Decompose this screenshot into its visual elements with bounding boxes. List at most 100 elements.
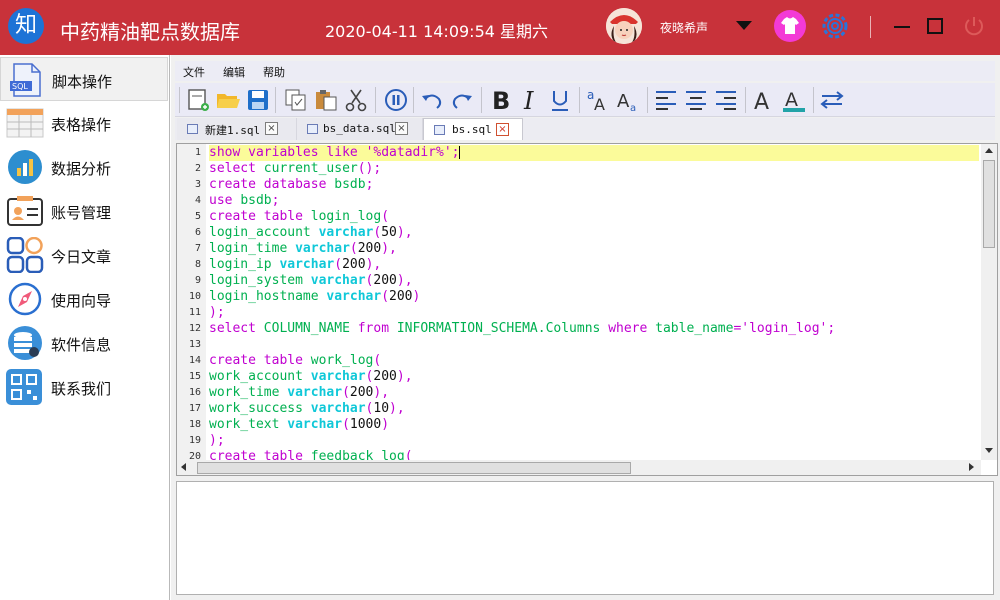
file-tab-bar: 新建1.sql × bs_data.sql × bs.sql × xyxy=(175,118,995,140)
new-file-icon[interactable] xyxy=(185,87,211,113)
sql-file-icon xyxy=(434,125,445,135)
font-icon[interactable]: A xyxy=(751,87,777,115)
sidebar-item-label: 联系我们 xyxy=(51,380,112,398)
line-number: 9 xyxy=(194,275,201,286)
avatar[interactable] xyxy=(606,8,642,44)
svg-text:SQL: SQL xyxy=(12,82,28,91)
sidebar-item-table[interactable]: 表格操作 xyxy=(0,101,168,145)
qr-code-icon xyxy=(5,369,45,405)
sql-file-icon xyxy=(307,124,318,134)
sql-editor[interactable]: 1 2 3 4 5 6 7 8 9 10 11 12 13 14 15 16 17 18 19 20 show var… xyxy=(176,143,998,476)
scroll-down-icon[interactable] xyxy=(985,448,993,453)
code-line[interactable] xyxy=(209,337,979,353)
line-number: 13 xyxy=(188,339,201,350)
code-line[interactable]: login_hostname varchar(200) xyxy=(209,289,979,305)
horizontal-scrollbar[interactable] xyxy=(177,460,981,475)
save-icon[interactable] xyxy=(245,87,271,113)
code-line[interactable]: ); xyxy=(209,305,979,321)
code-line[interactable]: work_time varchar(200), xyxy=(209,385,979,401)
menu-bar: 文件 编辑 帮助 xyxy=(175,61,995,81)
sidebar-item-articles[interactable]: 今日文章 xyxy=(0,233,168,277)
tab-new1-sql[interactable]: 新建1.sql × xyxy=(177,118,297,140)
settings-button[interactable] xyxy=(819,10,851,42)
id-card-icon xyxy=(5,193,45,229)
toolbar-separator xyxy=(745,87,746,113)
close-button[interactable] xyxy=(962,14,986,38)
code-line[interactable]: login_system varchar(200), xyxy=(209,273,979,289)
tab-bs-sql[interactable]: bs.sql × xyxy=(423,118,523,140)
skin-button[interactable] xyxy=(774,10,806,42)
app-logo: 知 xyxy=(8,8,44,44)
username[interactable]: 夜晓希声 xyxy=(660,19,708,36)
sidebar-item-contact[interactable]: 联系我们 xyxy=(0,365,168,409)
code-line[interactable]: ); xyxy=(209,433,979,449)
code-line[interactable]: work_success varchar(10), xyxy=(209,401,979,417)
sidebar-item-guide[interactable]: 使用向导 xyxy=(0,277,168,321)
titlebar-divider xyxy=(870,16,871,38)
undo-icon[interactable] xyxy=(419,87,445,113)
copy-icon[interactable] xyxy=(283,87,309,113)
line-numbers: 1 2 3 4 5 6 7 8 9 10 11 12 13 14 15 16 17 18 19 20 xyxy=(177,145,201,465)
underline-icon[interactable] xyxy=(547,87,573,113)
close-icon[interactable]: × xyxy=(265,122,278,135)
horizontal-scroll-thumb[interactable] xyxy=(197,462,631,474)
code-line[interactable]: select current_user(); xyxy=(209,161,979,177)
redo-icon[interactable] xyxy=(449,87,475,113)
close-icon[interactable]: × xyxy=(395,122,408,135)
code-line[interactable]: use bsdb; xyxy=(209,193,979,209)
font-size-icon[interactable]: Aa xyxy=(615,87,641,114)
font-case-icon[interactable]: aA xyxy=(585,87,611,114)
code-line[interactable]: select COLUMN_NAME from INFORMATION_SCHE… xyxy=(209,321,979,337)
chevron-down-icon[interactable] xyxy=(736,21,752,30)
code-line[interactable]: create table login_log( xyxy=(209,209,979,225)
paste-icon[interactable] xyxy=(313,87,339,113)
code-line[interactable]: login_ip varchar(200), xyxy=(209,257,979,273)
align-center-icon[interactable] xyxy=(683,87,709,113)
tab-bs-data-sql[interactable]: bs_data.sql × xyxy=(297,118,423,140)
scroll-right-icon[interactable] xyxy=(969,463,974,471)
code-line[interactable]: create database bsdb; xyxy=(209,177,979,193)
italic-icon[interactable]: I xyxy=(517,87,543,115)
line-number: 3 xyxy=(194,179,201,190)
bold-icon[interactable]: B xyxy=(487,87,513,115)
close-icon[interactable]: × xyxy=(496,123,509,136)
code-line[interactable]: show variables like '%datadir%'; xyxy=(209,145,979,161)
toolbar-separator xyxy=(481,87,482,113)
chart-icon xyxy=(5,149,45,185)
align-right-icon[interactable] xyxy=(713,87,739,113)
maximize-button[interactable] xyxy=(927,18,943,34)
menu-help[interactable]: 帮助 xyxy=(263,64,285,80)
cut-icon[interactable] xyxy=(343,87,369,113)
code-line[interactable]: create table work_log( xyxy=(209,353,979,369)
sidebar-item-accounts[interactable]: 账号管理 xyxy=(0,189,168,233)
menu-edit[interactable]: 编辑 xyxy=(223,64,245,80)
sidebar-item-analysis[interactable]: 数据分析 xyxy=(0,145,168,189)
sidebar-item-label: 软件信息 xyxy=(51,336,112,354)
align-left-icon[interactable] xyxy=(653,87,679,113)
scroll-up-icon[interactable] xyxy=(985,148,993,153)
code-line[interactable]: work_text varchar(1000) xyxy=(209,417,979,433)
font-color-icon[interactable]: A xyxy=(781,87,807,113)
scroll-left-icon[interactable] xyxy=(181,463,186,471)
power-icon xyxy=(965,17,983,36)
code-area[interactable]: show variables like '%datadir%'; select c… xyxy=(209,145,979,465)
line-number: 6 xyxy=(194,227,201,238)
toolbar: B I aA Aa A A xyxy=(175,83,995,117)
minimize-button[interactable] xyxy=(894,26,910,28)
open-folder-icon[interactable] xyxy=(215,87,241,113)
menu-file[interactable]: 文件 xyxy=(183,64,205,80)
sidebar-item-label: 使用向导 xyxy=(51,292,112,310)
sidebar-item-software-info[interactable]: 软件信息 xyxy=(0,321,168,365)
vertical-scroll-thumb[interactable] xyxy=(983,160,995,248)
sidebar-item-label: 今日文章 xyxy=(51,248,112,266)
code-line[interactable]: work_account varchar(200), xyxy=(209,369,979,385)
swap-icon[interactable] xyxy=(819,87,845,113)
pause-icon[interactable] xyxy=(383,87,409,113)
code-line[interactable]: login_time varchar(200), xyxy=(209,241,979,257)
svg-text:A: A xyxy=(754,90,769,113)
svg-text:A: A xyxy=(617,91,630,112)
code-line[interactable]: login_account varchar(50), xyxy=(209,225,979,241)
sidebar-item-script[interactable]: SQL 脚本操作 xyxy=(0,57,168,101)
output-panel[interactable] xyxy=(176,481,994,595)
vertical-scrollbar[interactable] xyxy=(981,144,997,460)
